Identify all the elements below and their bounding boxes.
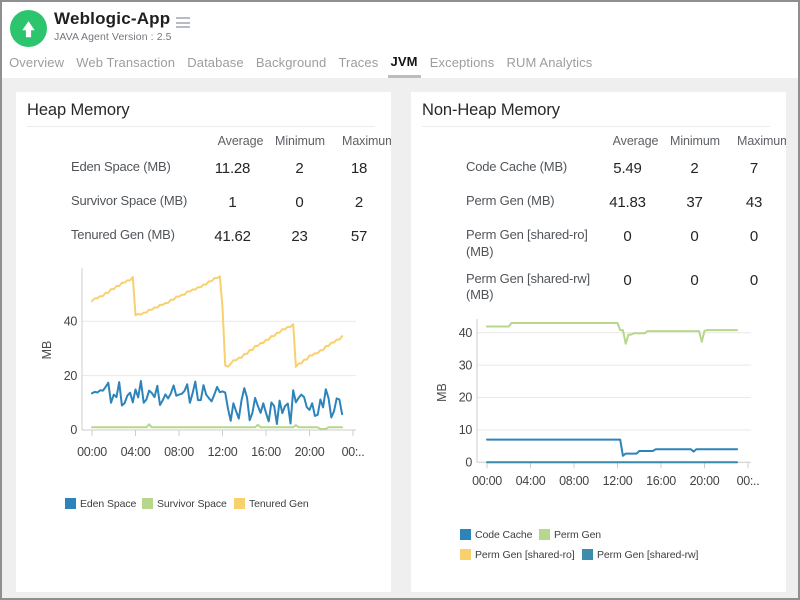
legend-item-code-cache[interactable]: Code Cache [460, 529, 532, 541]
legend-swatch-icon [539, 529, 550, 540]
series-line-survivor-space [92, 424, 342, 429]
x-tick-label: 12:00 [603, 474, 633, 488]
x-tick-label: 00:.. [737, 474, 760, 488]
x-tick-label: 08:00 [559, 474, 589, 488]
tab-bar: OverviewWeb TransactionDatabaseBackgroun… [3, 47, 598, 78]
y-tick-label: 30 [459, 358, 473, 372]
legend-label: Perm Gen [shared-rw] [597, 549, 698, 561]
y-tick-label: 0 [465, 456, 472, 470]
non-heap-memory-chart: 0 10 20 30 40 00:00 04:00 08:00 12:00 16:00 20:00 0… [411, 92, 786, 592]
legend-label: Code Cache [475, 529, 532, 541]
legend-label: Perm Gen [shared-ro] [475, 549, 575, 561]
legend-swatch-icon [460, 529, 471, 540]
x-tick-label: 00:.. [342, 445, 365, 459]
y-tick-label: 40 [459, 326, 473, 340]
legend-item-perm-gen-shared-ro-[interactable]: Perm Gen [shared-ro] [460, 549, 575, 561]
up-arrow-icon [10, 10, 47, 47]
legend-label: Eden Space [80, 498, 136, 510]
legend-swatch-icon [582, 549, 593, 560]
apm-dashboard: {"header":{"title":"Weblogic-App","subti… [0, 0, 800, 600]
legend-item-survivor-space[interactable]: Survivor Space [142, 498, 227, 510]
y-tick-label: 20 [64, 369, 78, 383]
y-axis-title: MB [435, 383, 449, 402]
y-tick-label: 10 [459, 423, 473, 437]
app-header: Weblogic-App JAVA Agent Version : 2.5 Ov… [2, 2, 798, 78]
legend-swatch-icon [142, 498, 153, 509]
series-line-eden-space [92, 381, 342, 424]
legend-item-eden-space[interactable]: Eden Space [65, 498, 136, 510]
tab-database[interactable]: Database [184, 47, 246, 78]
tab-rum-analytics[interactable]: RUM Analytics [504, 47, 596, 78]
tab-web-transaction[interactable]: Web Transaction [73, 47, 178, 78]
y-tick-label: 40 [64, 314, 78, 328]
y-tick-label: 20 [459, 391, 473, 405]
y-tick-label: 0 [70, 423, 77, 437]
x-tick-label: 20:00 [295, 445, 325, 459]
legend-item-perm-gen[interactable]: Perm Gen [539, 529, 601, 541]
series-line-code-cache [487, 440, 737, 456]
heap-memory-chart: 0 20 40 00:00 04:00 08:00 12:00 16:00 20:00 00:..… [16, 92, 391, 592]
x-tick-label: 04:00 [516, 474, 546, 488]
app-status-icon [10, 10, 47, 47]
tab-jvm[interactable]: JVM [388, 47, 421, 78]
tab-exceptions[interactable]: Exceptions [427, 47, 498, 78]
x-tick-label: 04:00 [121, 445, 151, 459]
legend-swatch-icon [65, 498, 76, 509]
y-axis-title: MB [40, 341, 54, 360]
heap-memory-panel: Heap MemoryAverageMinimumMaximumEden Spa… [16, 92, 391, 592]
tab-traces[interactable]: Traces [335, 47, 381, 78]
hamburger-menu-icon[interactable] [176, 17, 190, 29]
x-tick-label: 12:00 [208, 445, 238, 459]
non-heap-memory-panel: Non-Heap MemoryAverageMinimumMaximumCode… [411, 92, 786, 592]
tab-background[interactable]: Background [253, 47, 329, 78]
series-line-perm-gen [487, 323, 737, 344]
menu-bar [176, 26, 190, 28]
menu-bar [176, 17, 190, 19]
tab-overview[interactable]: Overview [6, 47, 67, 78]
x-tick-label: 16:00 [251, 445, 281, 459]
x-tick-label: 08:00 [164, 445, 194, 459]
menu-bar [176, 22, 190, 24]
legend-label: Survivor Space [157, 498, 227, 510]
legend-item-tenured-gen[interactable]: Tenured Gen [234, 498, 309, 510]
x-tick-label: 00:00 [472, 474, 502, 488]
legend-item-perm-gen-shared-rw-[interactable]: Perm Gen [shared-rw] [582, 549, 698, 561]
x-tick-label: 16:00 [646, 474, 676, 488]
app-title: Weblogic-App [54, 9, 170, 29]
x-tick-label: 00:00 [77, 445, 107, 459]
agent-version-label: JAVA Agent Version : 2.5 [54, 31, 172, 43]
legend-label: Perm Gen [554, 529, 601, 541]
legend-swatch-icon [234, 498, 245, 509]
legend-swatch-icon [460, 549, 471, 560]
legend-label: Tenured Gen [249, 498, 309, 510]
x-tick-label: 20:00 [690, 474, 720, 488]
